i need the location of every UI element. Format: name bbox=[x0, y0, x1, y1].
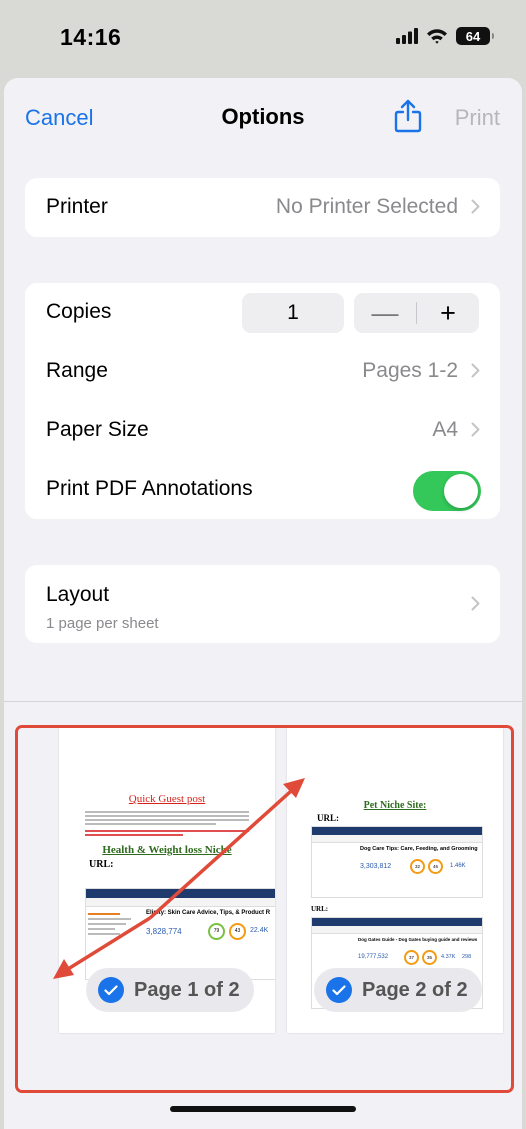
seo-site-title: Elinity: Skin Care Advice, Tips, & Produ… bbox=[146, 910, 271, 916]
checkmark-icon bbox=[98, 977, 124, 1003]
status-bar: 14:16 64 bbox=[0, 0, 526, 78]
paper-size-row[interactable]: Paper Size A4 bbox=[25, 401, 500, 460]
seo-stat-backlinks: 1.46K bbox=[450, 863, 466, 869]
doc-body-text bbox=[85, 811, 249, 836]
seo-screenshot-2: Dog Care Tips: Care, Feeding, and Groomi… bbox=[311, 826, 483, 898]
seo-sidebar bbox=[88, 911, 142, 971]
doc-url-label: URL: bbox=[89, 859, 114, 870]
annotations-toggle[interactable] bbox=[413, 471, 481, 511]
decrement-button[interactable]: — bbox=[354, 293, 416, 333]
printer-row[interactable]: Printer No Printer Selected bbox=[25, 178, 500, 237]
status-time: 14:16 bbox=[60, 24, 122, 50]
page-1-label: Page 1 of 2 bbox=[134, 978, 240, 1001]
printer-card: Printer No Printer Selected bbox=[25, 178, 500, 237]
seo-searchbar bbox=[86, 898, 275, 907]
seo-toolbar bbox=[312, 918, 482, 926]
status-icons: 64 bbox=[396, 27, 494, 45]
seo-stat-rank: 3,828,774 bbox=[146, 927, 182, 936]
annotations-row: Print PDF Annotations bbox=[25, 460, 500, 519]
seo-site-title: Dog Care Tips: Care, Feeding, and Groomi… bbox=[360, 846, 478, 852]
printer-label: Printer bbox=[46, 195, 108, 218]
seo-stat-dr: 35 bbox=[422, 950, 437, 965]
paper-size-label: Paper Size bbox=[46, 418, 149, 441]
print-settings-card: Copies 1 — + Range Pages 1-2 Paper Size … bbox=[25, 283, 500, 519]
battery-level: 64 bbox=[465, 28, 481, 44]
battery-icon: 64 bbox=[456, 27, 494, 45]
wifi-icon bbox=[427, 29, 447, 44]
cellular-signal-icon bbox=[396, 28, 418, 44]
print-button[interactable]: Print bbox=[455, 105, 500, 131]
doc-url-label: URL: bbox=[317, 813, 339, 823]
page-2-badge[interactable]: Page 2 of 2 bbox=[314, 968, 482, 1012]
seo-stat-backlinks: 4.37K bbox=[441, 954, 456, 960]
paper-size-value: A4 bbox=[432, 418, 458, 441]
seo-stat-backlinks: 22.4K bbox=[250, 927, 269, 934]
copies-label: Copies bbox=[46, 300, 112, 323]
layout-card[interactable]: Layout 1 page per sheet bbox=[25, 565, 500, 643]
seo-site-title: Dog Gates Guide - Dog Gates buying guide… bbox=[358, 937, 478, 942]
chevron-right-icon bbox=[471, 596, 480, 611]
seo-stat-ur: 32 bbox=[410, 859, 425, 874]
seo-toolbar bbox=[86, 889, 275, 898]
doc-subheading: Health & Weight loss Niche bbox=[102, 844, 232, 856]
chevron-right-icon bbox=[471, 199, 480, 214]
seo-stat-rank: 3,303,812 bbox=[360, 863, 392, 870]
seo-stat-dr: 46 bbox=[428, 859, 443, 874]
seo-screenshot-1: Elinity: Skin Care Advice, Tips, & Produ… bbox=[85, 888, 275, 980]
layout-subtitle: 1 page per sheet bbox=[46, 615, 159, 632]
range-row[interactable]: Range Pages 1-2 bbox=[25, 342, 500, 401]
print-options-sheet: Cancel Options Print Printer No Printer … bbox=[4, 78, 522, 1129]
range-value: Pages 1-2 bbox=[362, 359, 458, 382]
checkmark-icon bbox=[326, 977, 352, 1003]
annotations-label: Print PDF Annotations bbox=[46, 477, 253, 500]
layout-label: Layout bbox=[46, 583, 110, 606]
seo-toolbar bbox=[312, 827, 482, 835]
printer-value: No Printer Selected bbox=[275, 195, 458, 218]
page-2-label: Page 2 of 2 bbox=[362, 978, 468, 1001]
page-1-badge[interactable]: Page 1 of 2 bbox=[86, 968, 254, 1012]
chevron-right-icon bbox=[471, 422, 480, 437]
doc-heading: Quick Guest post bbox=[128, 793, 206, 805]
page-preview-area: Quick Guest post Health & Weight loss Ni… bbox=[4, 701, 522, 1129]
copies-stepper: — + bbox=[354, 293, 479, 333]
share-icon[interactable] bbox=[394, 99, 422, 133]
page-title: Options bbox=[221, 104, 305, 129]
seo-stat-rank: 19,777,532 bbox=[358, 954, 389, 960]
seo-stat-domains: 298 bbox=[462, 954, 472, 960]
chevron-right-icon bbox=[471, 363, 480, 378]
toggle-knob bbox=[444, 474, 478, 508]
range-label: Range bbox=[46, 359, 108, 382]
copies-row: Copies 1 — + bbox=[25, 283, 500, 342]
doc-url-label-2: URL: bbox=[311, 905, 329, 913]
seo-stat-ur: 37 bbox=[404, 950, 419, 965]
seo-stat-dr: 43 bbox=[229, 923, 246, 940]
seo-stat-ur: 79 bbox=[208, 923, 225, 940]
seo-searchbar bbox=[312, 926, 482, 934]
home-indicator[interactable] bbox=[170, 1106, 356, 1112]
doc-heading: Pet Niche Site: bbox=[363, 800, 427, 811]
seo-searchbar bbox=[312, 835, 482, 843]
copies-count-field[interactable]: 1 bbox=[242, 293, 344, 333]
navigation-bar: Cancel Options Print bbox=[4, 78, 522, 158]
increment-button[interactable]: + bbox=[417, 293, 479, 333]
